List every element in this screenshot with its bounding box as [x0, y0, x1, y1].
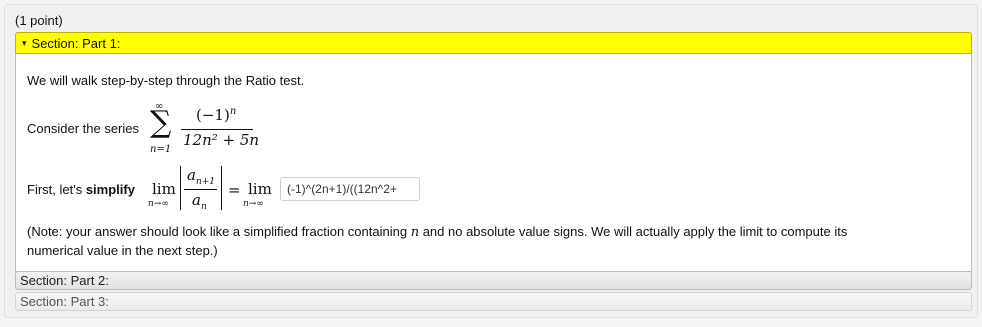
abs-bar-left [180, 166, 181, 210]
consider-label: Consider the series [27, 121, 139, 136]
ratio-numerator: an+1 [187, 166, 216, 187]
problem-container: (1 point) ▾ Section: Part 1: We will wal… [4, 4, 978, 318]
note-text: (Note: your answer should look like a si… [27, 224, 848, 258]
section-part-1-body: We will walk step-by-step through the Ra… [15, 54, 972, 272]
lim-left-sub: n→∞ [148, 199, 169, 209]
section-part-2-title: Section: Part 2: [20, 273, 109, 288]
lim-right: lim [248, 180, 272, 198]
section-part-2-header[interactable]: Section: Part 2: [15, 271, 972, 290]
series-denominator: 12n² + 5n [183, 131, 260, 149]
ratio-denominator: an [192, 191, 207, 212]
equals-sign: = [228, 181, 241, 199]
sum-symbol: ∑ [150, 105, 172, 140]
simplify-label: First, let's simplify [27, 182, 135, 197]
lim-left: lim [152, 180, 176, 198]
intro-text: We will walk step-by-step through the Ra… [27, 73, 305, 88]
points-label: (1 point) [15, 13, 63, 28]
abs-bar-right [221, 166, 222, 210]
answer-input[interactable] [280, 177, 420, 201]
section-part-1-title: Section: Part 1: [31, 35, 121, 51]
caret-down-icon: ▾ [22, 37, 27, 48]
series-fraction-bar [181, 129, 253, 130]
lim-right-sub: n→∞ [243, 199, 264, 209]
series-numerator: (−1)n [196, 106, 237, 124]
section-part-3-title: Section: Part 3: [20, 294, 109, 309]
section-part-3-header[interactable]: Section: Part 3: [15, 292, 972, 311]
sum-lower-limit: n=1 [150, 144, 172, 155]
ratio-fraction-bar [184, 189, 217, 190]
section-part-1-header[interactable]: ▾ Section: Part 1: [15, 32, 972, 54]
